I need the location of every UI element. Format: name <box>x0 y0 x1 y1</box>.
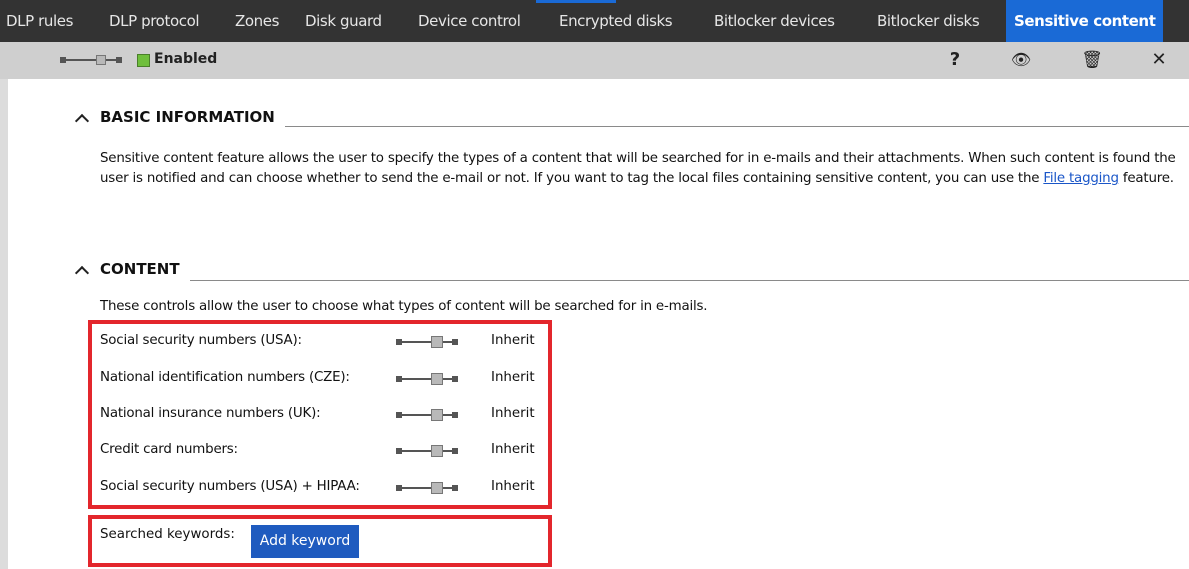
option-label-credit-card: Credit card numbers: <box>100 442 238 457</box>
description-text: Sensitive content feature allows the use… <box>100 151 1176 186</box>
tab-zones[interactable]: Zones <box>235 0 279 42</box>
tab-sensitive-content[interactable]: Sensitive content <box>1006 0 1164 42</box>
content-heading[interactable]: CONTENT <box>100 260 180 278</box>
description-text-end: feature. <box>1118 171 1174 186</box>
tab-encrypted-disks[interactable]: Encrypted disks <box>559 0 673 42</box>
option-label-ssn-usa: Social security numbers (USA): <box>100 333 302 348</box>
left-border <box>0 79 8 569</box>
add-keyword-button[interactable]: Add keyword <box>251 525 359 558</box>
option-slider-ssn-usa[interactable] <box>396 336 458 348</box>
tab-dlp-protocol[interactable]: DLP protocol <box>109 0 200 42</box>
option-value-ssn-usa-hipaa: Inherit <box>491 479 535 494</box>
basic-information-heading[interactable]: BASIC INFORMATION <box>100 108 275 126</box>
tab-dlp-rules[interactable]: DLP rules <box>6 0 73 42</box>
section-divider <box>285 126 1189 127</box>
question-mark-icon[interactable]: ? <box>940 46 970 74</box>
option-slider-national-id-cze[interactable] <box>396 373 458 385</box>
section-divider <box>190 280 1189 281</box>
option-slider-national-insurance-uk[interactable] <box>396 409 458 421</box>
option-value-national-insurance-uk: Inherit <box>491 406 535 421</box>
content-intro-text: These controls allow the user to choose … <box>100 299 708 314</box>
tab-bitlocker-disks[interactable]: Bitlocker disks <box>877 0 980 42</box>
option-label-national-id-cze: National identification numbers (CZE): <box>100 370 350 385</box>
collapse-content-icon[interactable] <box>74 265 90 281</box>
option-slider-ssn-usa-hipaa[interactable] <box>396 482 458 494</box>
option-value-national-id-cze: Inherit <box>491 370 535 385</box>
option-label-ssn-usa-hipaa: Social security numbers (USA) + HIPAA: <box>100 479 360 494</box>
trash-icon[interactable]: 🗑 <box>1077 46 1107 74</box>
eye-icon[interactable]: 👁 <box>1006 46 1036 74</box>
enabled-toggle-slider[interactable] <box>60 54 122 66</box>
searched-keywords-label: Searched keywords: <box>100 527 235 542</box>
option-label-national-insurance-uk: National insurance numbers (UK): <box>100 406 321 421</box>
tab-bar: DLP rules DLP protocol Zones Disk guard … <box>0 0 1189 42</box>
collapse-basic-info-icon[interactable] <box>74 113 90 129</box>
close-icon[interactable]: ✕ <box>1144 46 1174 74</box>
enabled-label: Enabled <box>154 51 218 67</box>
enabled-indicator <box>137 54 150 67</box>
tab-disk-guard[interactable]: Disk guard <box>305 0 382 42</box>
option-slider-credit-card[interactable] <box>396 445 458 457</box>
file-tagging-link[interactable]: File tagging <box>1043 171 1119 186</box>
option-value-credit-card: Inherit <box>491 442 535 457</box>
tab-bitlocker-devices[interactable]: Bitlocker devices <box>714 0 835 42</box>
basic-information-text: Sensitive content feature allows the use… <box>100 149 1185 189</box>
option-value-ssn-usa: Inherit <box>491 333 535 348</box>
tab-device-control[interactable]: Device control <box>418 0 521 42</box>
